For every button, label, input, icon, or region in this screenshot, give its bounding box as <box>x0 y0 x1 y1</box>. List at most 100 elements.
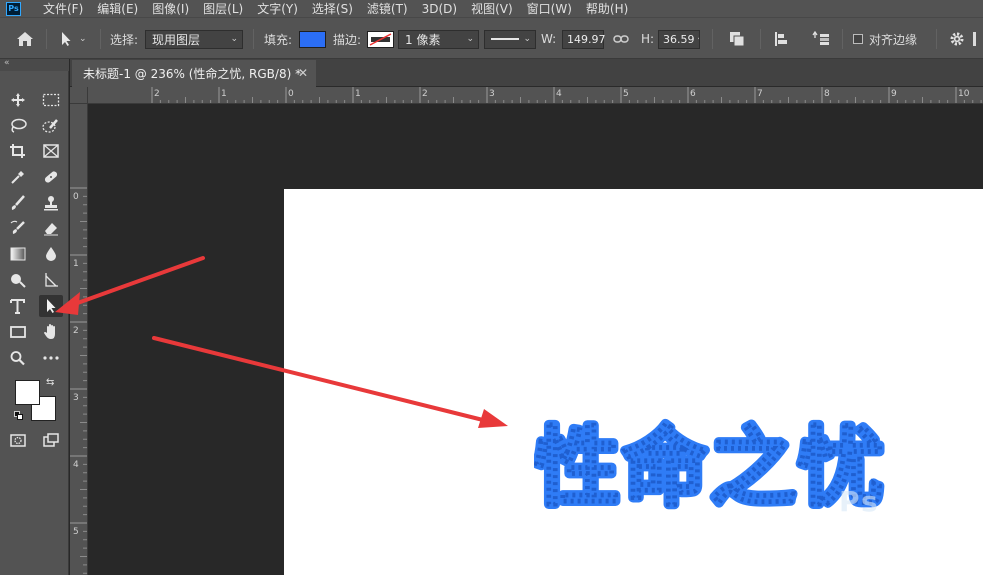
eyedropper-tool[interactable] <box>6 166 30 188</box>
options-overflow <box>973 18 983 60</box>
stroke-color-swatch[interactable] <box>367 30 394 48</box>
dodge-tool[interactable] <box>6 269 30 291</box>
watermark: Ps <box>839 485 880 518</box>
move-icon <box>11 93 25 107</box>
menu-type[interactable]: 文字(Y) <box>257 0 298 17</box>
ruler-tick-label: 1 <box>221 89 227 99</box>
menu-view[interactable]: 视图(V) <box>471 0 513 17</box>
ruler-tick-label: 7 <box>757 89 763 99</box>
stroke-width-value: 1 像素 <box>405 32 441 47</box>
stroke-type-dropdown[interactable]: ⌄ <box>484 29 536 49</box>
more-tools-button[interactable] <box>39 347 63 369</box>
link-icon <box>613 35 629 43</box>
chevron-down-icon: ⌄ <box>230 33 238 44</box>
move-tool[interactable] <box>6 89 30 111</box>
blur-tool[interactable] <box>39 243 63 265</box>
frame-tool[interactable] <box>39 140 63 162</box>
quick-selection-icon <box>42 119 58 133</box>
ruler-origin[interactable] <box>70 87 88 104</box>
menu-help[interactable]: 帮助(H) <box>586 0 628 17</box>
lasso-tool[interactable] <box>6 115 30 137</box>
type-icon <box>10 299 25 314</box>
path-arrangement-button[interactable] <box>812 18 832 60</box>
gradient-tool[interactable] <box>6 243 30 265</box>
checkbox-box <box>853 34 863 44</box>
ruler-tick-label: 4 <box>556 89 562 99</box>
home-icon <box>17 32 33 46</box>
screen-mode-icon <box>43 433 59 447</box>
hand-icon <box>44 324 55 339</box>
default-colors-icon[interactable] <box>14 411 24 421</box>
swap-colors-icon[interactable]: ⇆ <box>46 377 54 388</box>
pen-angle-icon <box>45 273 58 287</box>
ruler-tick-label: 9 <box>891 89 897 99</box>
path-alignment-button[interactable] <box>773 18 789 60</box>
crop-tool[interactable] <box>6 140 30 162</box>
menu-edit[interactable]: 编辑(E) <box>97 0 138 17</box>
zoom-tool[interactable] <box>6 347 30 369</box>
menu-bar: Ps 文件(F) 编辑(E) 图像(I) 图层(L) 文字(Y) 选择(S) 滤… <box>0 0 983 17</box>
options-bar: ⌄ 选择: 现用图层 ⌄ 填充: 描边: 1 像素 ⌄ ⌄ W: 149.97 … <box>0 17 983 59</box>
quick-mask-button[interactable] <box>6 429 30 451</box>
arrange-icon <box>812 31 829 45</box>
link-button[interactable] <box>613 18 629 60</box>
rectangle-tool[interactable] <box>6 321 30 343</box>
ruler-tick-label: 1 <box>355 89 361 99</box>
collapse-icon[interactable]: « <box>4 58 10 68</box>
chevron-down-icon: ⌄ <box>79 34 87 44</box>
ruler-tick-label: 2 <box>73 326 79 336</box>
ruler-tick-label: 4 <box>73 460 79 470</box>
horizontal-ruler[interactable]: 2 1 0 1 2 3 4 5 6 7 8 9 10 <box>88 87 983 104</box>
dodge-icon <box>11 274 26 288</box>
history-brush-tool[interactable] <box>6 217 30 239</box>
document-tab-title: 未标题-1 @ 236% (性命之忧, RGB/8) * <box>83 67 302 81</box>
quick-selection-tool[interactable] <box>39 115 63 137</box>
menu-filter[interactable]: 滤镜(T) <box>367 0 408 17</box>
ruler-tick-label: 8 <box>824 89 830 99</box>
pen-tool[interactable] <box>39 269 63 291</box>
path-operations-button[interactable] <box>729 18 745 60</box>
lasso-icon <box>11 118 27 133</box>
gradient-icon <box>10 247 26 261</box>
settings-button[interactable] <box>949 18 965 60</box>
tools-panel-grip[interactable]: « <box>0 58 69 71</box>
frame-icon <box>43 144 59 158</box>
drop-icon <box>46 247 56 261</box>
menu-layer[interactable]: 图层(L) <box>203 0 243 17</box>
ruler-tick-label: 2 <box>154 89 160 99</box>
path-selection-tool[interactable] <box>39 295 63 317</box>
menu-image[interactable]: 图像(I) <box>152 0 189 17</box>
ruler-tick-label: 5 <box>73 527 79 537</box>
width-input[interactable]: 149.97 <box>562 29 606 49</box>
home-button[interactable] <box>16 18 34 60</box>
height-label: H: <box>641 32 655 46</box>
ruler-tick-label: 3 <box>73 393 79 403</box>
clone-stamp-tool[interactable] <box>39 192 63 214</box>
tool-preset-picker[interactable]: ⌄ <box>60 18 87 60</box>
menu-select[interactable]: 选择(S) <box>312 0 353 17</box>
height-input[interactable]: 36.59 像 <box>658 29 700 49</box>
hand-tool[interactable] <box>39 321 63 343</box>
marquee-tool[interactable] <box>39 89 63 111</box>
menu-file[interactable]: 文件(F) <box>43 0 83 17</box>
select-layer-dropdown[interactable]: 现用图层 ⌄ <box>145 29 243 49</box>
menu-3d[interactable]: 3D(D) <box>422 2 457 16</box>
crop-icon <box>10 144 25 158</box>
menu-window[interactable]: 窗口(W) <box>527 0 572 17</box>
stroke-label: 描边: <box>333 32 362 47</box>
path-selection-icon <box>47 299 56 313</box>
chevron-down-icon: ⌄ <box>466 33 474 44</box>
document-tab[interactable]: 未标题-1 @ 236% (性命之忧, RGB/8) * ✕ <box>72 60 316 87</box>
stroke-width-dropdown[interactable]: 1 像素 ⌄ <box>398 29 479 49</box>
fill-color-swatch[interactable] <box>299 30 326 48</box>
canvas-area[interactable]: 性命之忧 性命之忧 Ps <box>89 105 983 575</box>
close-icon[interactable]: ✕ <box>298 66 308 80</box>
vertical-ruler[interactable]: 0 1 2 3 4 5 <box>70 104 88 575</box>
screen-mode-button[interactable] <box>39 429 63 451</box>
type-tool[interactable] <box>6 295 30 317</box>
brush-tool[interactable] <box>6 192 30 214</box>
eraser-tool[interactable] <box>39 217 63 239</box>
align-edges-checkbox[interactable]: 对齐边缘 <box>853 18 917 60</box>
foreground-color-swatch[interactable] <box>15 380 40 405</box>
healing-brush-tool[interactable] <box>39 166 63 188</box>
